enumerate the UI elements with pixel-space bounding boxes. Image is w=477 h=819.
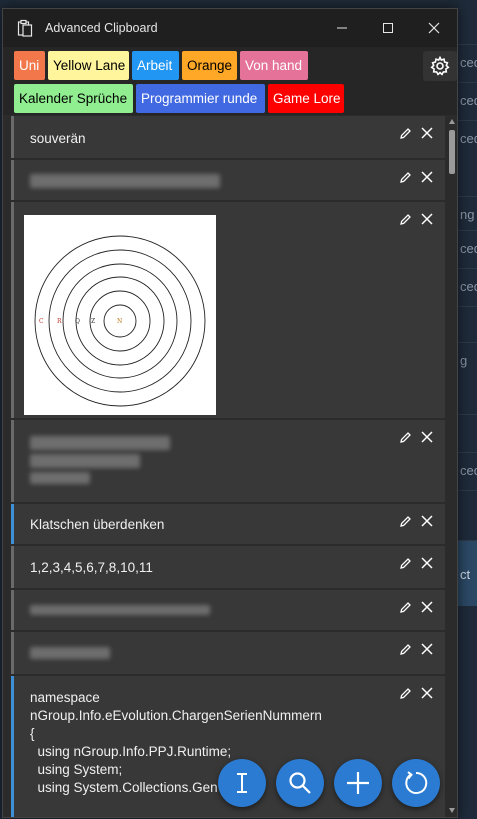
title-bar[interactable]: Advanced Clipboard bbox=[3, 9, 457, 47]
bg-row bbox=[458, 490, 477, 526]
bg-row: ced bbox=[458, 230, 477, 266]
pencil-icon[interactable] bbox=[397, 685, 413, 701]
pencil-icon[interactable] bbox=[397, 513, 413, 529]
tag-von-hand[interactable]: Von hand bbox=[240, 51, 308, 80]
maximize-button[interactable] bbox=[365, 9, 411, 47]
redacted-text bbox=[30, 454, 140, 468]
ring-label: N bbox=[117, 318, 122, 325]
close-icon[interactable] bbox=[419, 599, 435, 615]
ring-label: Z bbox=[91, 318, 95, 325]
ring-label: C bbox=[39, 318, 44, 325]
close-icon[interactable] bbox=[419, 125, 435, 141]
tag-game-lore[interactable]: Game Lore bbox=[268, 84, 344, 113]
tag-yellow-lane[interactable]: Yellow Lane bbox=[48, 51, 129, 80]
list-item-image[interactable]: C R Q Z N bbox=[11, 202, 445, 418]
tag-programmier-runde[interactable]: Programmier runde bbox=[136, 84, 265, 113]
clipboard-icon bbox=[15, 18, 35, 38]
bg-row: ced bbox=[458, 452, 477, 488]
close-icon[interactable] bbox=[419, 211, 435, 227]
clipboard-image: C R Q Z N bbox=[24, 215, 216, 415]
text-cursor-icon bbox=[237, 773, 247, 793]
bg-row: g bbox=[458, 342, 477, 378]
redacted-text bbox=[30, 174, 220, 188]
pencil-icon[interactable] bbox=[397, 429, 413, 445]
tag-orange[interactable]: Orange bbox=[182, 51, 237, 80]
item-text: Klatschen überdenken bbox=[30, 517, 165, 532]
search-icon bbox=[289, 772, 311, 794]
background-app: ced ced ced ng ced ced g ced ct bbox=[458, 0, 477, 819]
window-controls bbox=[319, 9, 457, 47]
gear-icon bbox=[430, 56, 450, 76]
settings-button[interactable] bbox=[423, 51, 457, 81]
close-icon[interactable] bbox=[419, 429, 435, 445]
bg-row bbox=[458, 414, 477, 450]
close-icon[interactable] bbox=[419, 555, 435, 571]
ring-label: R bbox=[57, 318, 62, 325]
redacted-text bbox=[30, 436, 170, 450]
clipboard-list[interactable]: souverän C R Q Z N Klatschen überdenken … bbox=[11, 116, 445, 817]
bg-row-selected: ct bbox=[458, 540, 477, 606]
list-item[interactable]: Klatschen überdenken bbox=[11, 504, 445, 544]
list-item[interactable]: 1,2,3,4,5,6,7,8,10,11 bbox=[11, 546, 445, 588]
item-text: souverän bbox=[30, 131, 86, 146]
tag-kalender-sprueche[interactable]: Kalender Sprüche bbox=[14, 84, 133, 113]
text-cursor-button[interactable] bbox=[218, 759, 266, 807]
ring-label: Q bbox=[75, 318, 80, 325]
redacted-text bbox=[30, 605, 210, 615]
add-button[interactable] bbox=[334, 759, 382, 807]
close-icon bbox=[428, 22, 440, 34]
refresh-icon bbox=[405, 771, 428, 794]
pencil-icon[interactable] bbox=[397, 555, 413, 571]
minimize-icon bbox=[337, 27, 347, 29]
close-icon[interactable] bbox=[419, 685, 435, 701]
redacted-text bbox=[30, 647, 110, 659]
list-item[interactable] bbox=[11, 160, 445, 200]
list-item[interactable]: souverän bbox=[11, 116, 445, 158]
item-text: 1,2,3,4,5,6,7,8,10,11 bbox=[30, 560, 153, 575]
close-icon[interactable] bbox=[419, 641, 435, 657]
bg-row: ng bbox=[458, 196, 477, 232]
pencil-icon[interactable] bbox=[397, 211, 413, 227]
pencil-icon[interactable] bbox=[397, 125, 413, 141]
tag-arbeit[interactable]: Arbeit bbox=[132, 51, 179, 80]
pencil-icon[interactable] bbox=[397, 599, 413, 615]
maximize-icon bbox=[383, 23, 393, 33]
close-window-button[interactable] bbox=[411, 9, 457, 47]
scroll-up-icon bbox=[449, 119, 455, 124]
scrollbar[interactable] bbox=[446, 116, 457, 817]
pencil-icon[interactable] bbox=[397, 641, 413, 657]
pencil-icon[interactable] bbox=[397, 169, 413, 185]
close-icon[interactable] bbox=[419, 169, 435, 185]
search-button[interactable] bbox=[276, 759, 324, 807]
tag-uni[interactable]: Uni bbox=[14, 51, 45, 80]
scroll-down-icon bbox=[449, 808, 455, 813]
clipboard-window: Advanced Clipboard Uni Yellow Lane Arbei… bbox=[2, 8, 458, 818]
bg-row: ced bbox=[458, 82, 477, 118]
refresh-button[interactable] bbox=[392, 759, 440, 807]
list-item[interactable] bbox=[11, 420, 445, 502]
bg-row: ced bbox=[458, 268, 477, 304]
redacted-text bbox=[30, 472, 90, 484]
bg-row bbox=[458, 306, 477, 340]
scroll-thumb[interactable] bbox=[449, 130, 455, 174]
list-item[interactable] bbox=[11, 632, 445, 674]
bg-row: ced bbox=[458, 120, 477, 156]
minimize-button[interactable] bbox=[319, 9, 365, 47]
tag-toolbar: Uni Yellow Lane Arbeit Orange Von hand K… bbox=[3, 47, 457, 115]
list-item[interactable] bbox=[11, 590, 445, 630]
window-title: Advanced Clipboard bbox=[45, 21, 158, 35]
plus-icon bbox=[347, 772, 369, 794]
close-icon[interactable] bbox=[419, 513, 435, 529]
bg-row: ced bbox=[458, 44, 477, 80]
